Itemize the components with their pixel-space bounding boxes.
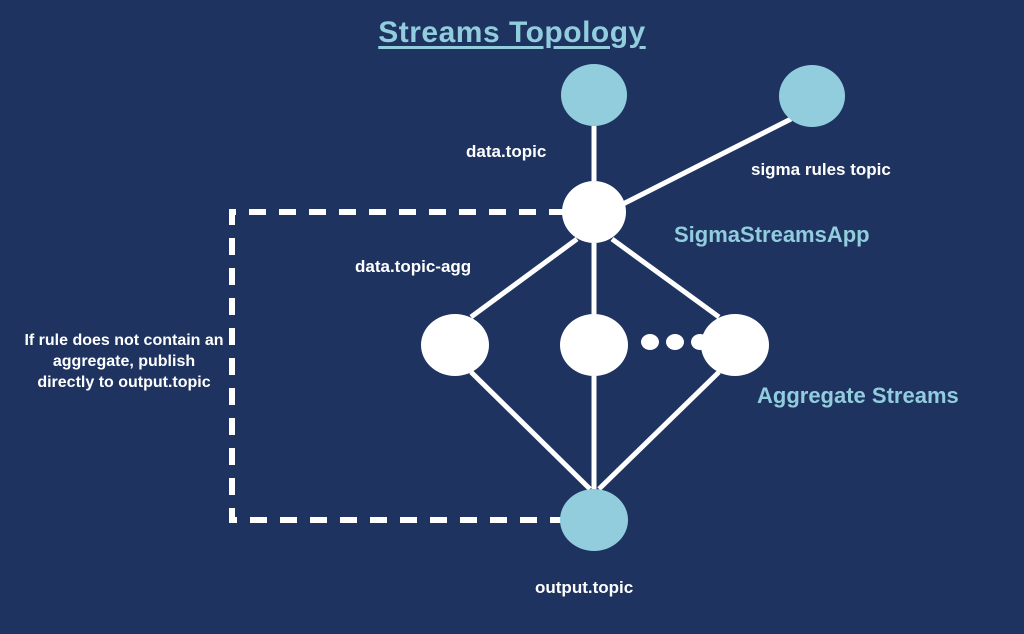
label-aggregate-streams: Aggregate Streams [757,383,959,408]
diagram-canvas: Streams Topology data.topic sigma rules … [0,0,1024,634]
ellipsis-dot-2 [666,334,684,350]
edge-agg-3-to-output [597,370,721,491]
edge-app-to-agg-3 [610,236,721,320]
data-topic-node[interactable] [561,64,627,126]
topology-graph [229,64,845,551]
output-topic-node[interactable] [560,489,628,551]
label-fallback-note: If rule does not contain an aggregate, p… [24,332,224,392]
label-data-topic-agg: data.topic-agg [355,257,472,276]
label-sigma-streams-app: SigmaStreamsApp [674,222,870,247]
sigma-rules-topic-node[interactable] [779,65,845,127]
label-output-topic: output.topic [535,578,634,597]
aggregate-stream-node-1[interactable] [421,314,489,376]
edge-app-to-agg-1 [469,236,579,320]
label-sigma-rules-topic: sigma rules topic [751,160,891,179]
sigma-streams-app-node[interactable] [562,181,626,243]
edges-layer [229,116,793,523]
edge-agg-1-to-output [469,370,592,491]
aggregate-stream-node-2[interactable] [560,314,628,376]
aggregate-stream-node-3[interactable] [701,314,769,376]
ellipsis-dots [641,334,709,350]
label-data-topic: data.topic [466,142,547,161]
ellipsis-dot-1 [641,334,659,350]
